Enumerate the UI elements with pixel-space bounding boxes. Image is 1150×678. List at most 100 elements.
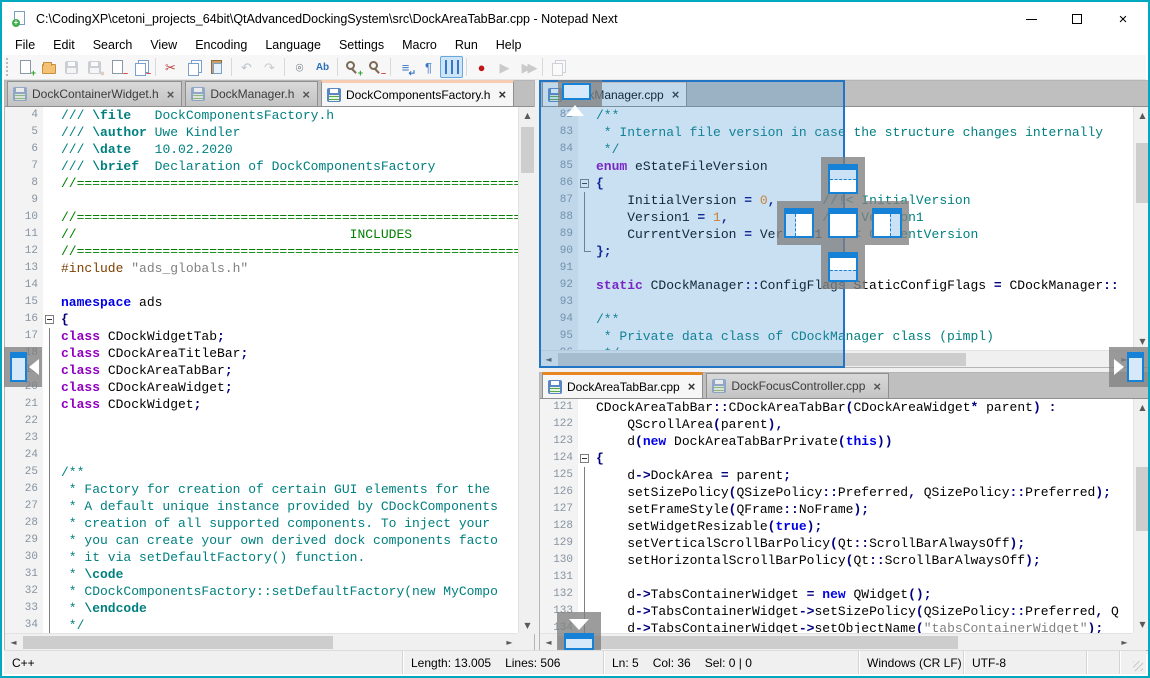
code-text — [57, 192, 61, 209]
scroll-right-icon[interactable]: ► — [1116, 634, 1133, 651]
save-icon — [327, 88, 341, 102]
drop-indicator-cross-left[interactable] — [777, 201, 821, 245]
close-button[interactable]: × — [1100, 4, 1146, 34]
drop-indicator-right-edge[interactable] — [1109, 347, 1150, 387]
code-text: * you can create your own derived dock c… — [57, 532, 498, 549]
fold-margin — [43, 141, 57, 158]
undo-button[interactable]: ↶ — [235, 56, 258, 78]
save-copy-button[interactable]: ● — [83, 56, 106, 78]
tab-dockfocuscontroller-cpp[interactable]: DockFocusController.cpp× — [706, 373, 889, 398]
toolbar-separator — [542, 58, 543, 76]
drop-indicator-cross-bottom[interactable] — [821, 245, 865, 289]
code-text: d->TabsContainerWidget->setObjectName("t… — [592, 620, 1103, 633]
fold-marker[interactable] — [578, 450, 592, 467]
scroll-down-icon[interactable]: ▼ — [519, 617, 536, 634]
fold-margin — [578, 467, 592, 484]
code-line: 14 — [5, 277, 518, 294]
bottom-right-horizontal-scrollbar[interactable]: ◄ ► — [540, 633, 1133, 650]
menu-language[interactable]: Language — [256, 36, 330, 54]
tab-close-icon[interactable]: × — [302, 87, 310, 102]
close-all-icon — [135, 63, 146, 76]
clone-document-button[interactable] — [546, 56, 569, 78]
replace-button[interactable]: Ab — [311, 56, 334, 78]
macro-play-button[interactable]: ▶ — [493, 56, 516, 78]
zoom-out-button[interactable]: – — [364, 56, 387, 78]
code-line: 19class CDockAreaTabBar; — [5, 362, 518, 379]
drop-indicator-left-edge[interactable] — [4, 347, 42, 387]
titlebar: + C:\CodingXP\cetoni_projects_64bit\QtAd… — [4, 4, 1146, 34]
menu-view[interactable]: View — [141, 36, 186, 54]
redo-button[interactable]: ↷ — [258, 56, 281, 78]
tab-close-icon[interactable]: × — [873, 379, 881, 394]
menu-macro[interactable]: Macro — [393, 36, 446, 54]
drop-indicator-bottom-edge[interactable] — [557, 612, 601, 652]
save-icon — [712, 379, 726, 393]
toolbar-separator — [155, 58, 156, 76]
top-right-vertical-scrollbar[interactable]: ▲ ▼ — [1133, 107, 1150, 350]
drop-indicator-cross-right[interactable] — [865, 201, 909, 245]
code-text: // INCLUDES — [57, 226, 412, 243]
editor-dockareatabbar[interactable]: 121CDockAreaTabBar::CDockAreaTabBar(CDoc… — [540, 399, 1133, 633]
fold-margin — [578, 535, 592, 552]
line-number: 33 — [5, 600, 43, 617]
menu-settings[interactable]: Settings — [330, 36, 393, 54]
close-document-button[interactable]: – — [106, 56, 129, 78]
open-file-button[interactable] — [37, 56, 60, 78]
dock-area-bottom-right: DockAreaTabBar.cpp×DockFocusController.c… — [539, 372, 1150, 651]
minimize-button[interactable] — [1008, 4, 1054, 34]
status-selection: Sel: 0 | 0 — [705, 656, 752, 670]
close-all-button[interactable]: – — [129, 56, 152, 78]
left-horizontal-scrollbar[interactable]: ◄ ► — [5, 633, 518, 650]
scroll-up-icon[interactable]: ▲ — [1134, 399, 1150, 416]
macro-run-multiple-button[interactable]: ▶▶ — [516, 56, 539, 78]
maximize-button[interactable] — [1054, 4, 1100, 34]
paste-button[interactable] — [205, 56, 228, 78]
bottom-right-vertical-scrollbar[interactable]: ▲ ▼ — [1133, 399, 1150, 633]
line-number: 13 — [5, 260, 43, 277]
menu-search[interactable]: Search — [84, 36, 142, 54]
word-wrap-button[interactable]: ≡↵ — [394, 56, 417, 78]
drop-indicator-cross-center[interactable] — [821, 201, 865, 245]
find-button[interactable]: ⌾ — [288, 56, 311, 78]
new-file-button[interactable]: + — [14, 56, 37, 78]
indentation-guides-button[interactable] — [440, 56, 463, 78]
scroll-down-icon[interactable]: ▼ — [1134, 616, 1150, 633]
code-line: 29 * you can create your own derived doc… — [5, 532, 518, 549]
toolbar-separator — [284, 58, 285, 76]
menu-run[interactable]: Run — [446, 36, 487, 54]
tab-dockareatabbar-cpp[interactable]: DockAreaTabBar.cpp × — [542, 372, 703, 398]
menu-file[interactable]: File — [6, 36, 44, 54]
zoom-in-button[interactable]: + — [341, 56, 364, 78]
find-icon: ⌾ — [296, 61, 304, 74]
fold-margin — [43, 566, 57, 583]
left-vertical-scrollbar[interactable]: ▲ ▼ — [518, 107, 535, 634]
editor-dockcomponentsfactory[interactable]: 4/// \file DockComponentsFactory.h5/// \… — [5, 107, 518, 634]
tab-close-icon[interactable]: × — [688, 379, 696, 394]
tab-dockmanager-h[interactable]: DockManager.h × — [185, 81, 318, 106]
scroll-right-icon[interactable]: ► — [501, 634, 518, 651]
status-language: C++ — [4, 651, 403, 674]
copy-button[interactable] — [182, 56, 205, 78]
menu-help[interactable]: Help — [487, 36, 531, 54]
save-button[interactable] — [60, 56, 83, 78]
show-all-characters-button[interactable]: ¶ — [417, 56, 440, 78]
drop-indicator-cross-top[interactable] — [821, 157, 865, 201]
scroll-left-icon[interactable]: ◄ — [540, 634, 557, 651]
menu-encoding[interactable]: Encoding — [186, 36, 256, 54]
tab-close-icon[interactable]: × — [498, 87, 506, 102]
scroll-left-icon[interactable]: ◄ — [5, 634, 22, 651]
tab-dockcontainerwidget-h[interactable]: DockContainerWidget.h× — [7, 81, 182, 106]
tab-label: DockAreaTabBar.cpp — [567, 380, 680, 394]
cut-button[interactable]: ✂ — [159, 56, 182, 78]
tab-close-icon[interactable]: × — [167, 87, 175, 102]
fold-marker[interactable] — [43, 311, 57, 328]
scroll-up-icon[interactable]: ▲ — [1134, 107, 1150, 124]
tab-label: DockManager.h — [210, 87, 294, 101]
tab-dockcomponentsfactory-h[interactable]: DockComponentsFactory.h× — [321, 80, 514, 106]
code-text: d->TabsContainerWidget->setSizePolicy(QS… — [592, 603, 1119, 620]
scroll-up-icon[interactable]: ▲ — [519, 107, 536, 124]
macro-record-button[interactable]: ● — [470, 56, 493, 78]
resize-grip[interactable] — [1133, 661, 1143, 671]
toolbar-separator — [466, 58, 467, 76]
menu-edit[interactable]: Edit — [44, 36, 84, 54]
